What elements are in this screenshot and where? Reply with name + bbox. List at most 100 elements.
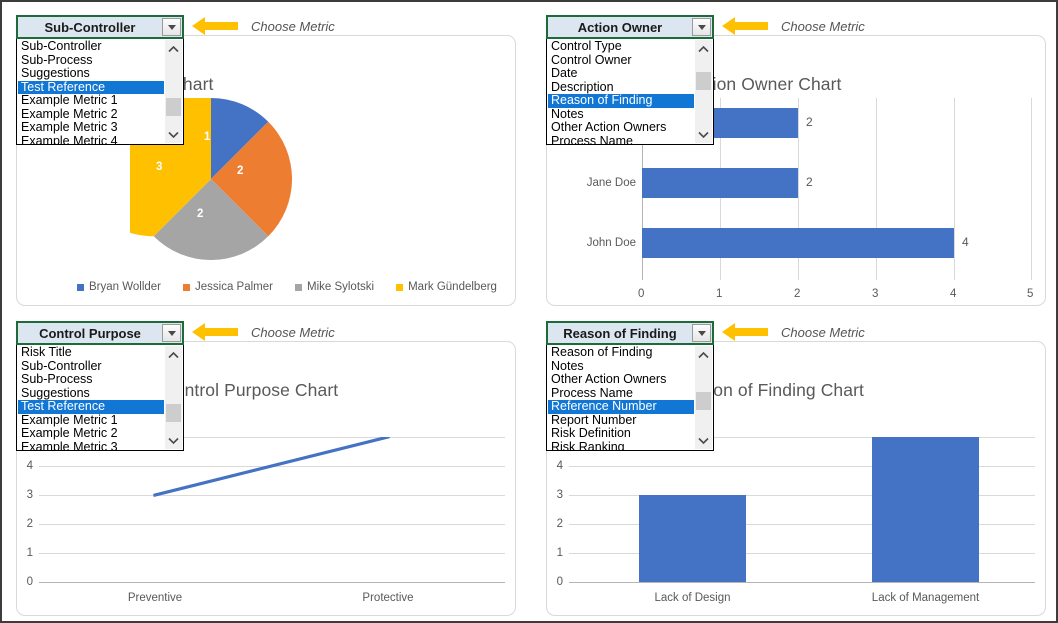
legend-item: Jessica Palmer — [183, 281, 273, 293]
choose-metric-callout-4: Choose Metric — [722, 322, 865, 342]
chevron-up-icon[interactable] — [695, 346, 712, 363]
list-item[interactable]: Report Number — [548, 413, 713, 428]
legend-swatch-icon — [183, 283, 191, 291]
metric-selector-4: Reason of Finding Reason of Finding Note… — [546, 321, 714, 451]
category-label: John Doe — [586, 237, 636, 249]
list-item[interactable]: Suggestions — [18, 66, 183, 81]
list-item[interactable]: Process Name — [548, 134, 713, 144]
gridline — [954, 98, 955, 280]
list-item[interactable]: Risk Definition — [548, 426, 713, 441]
scrollbar-thumb[interactable] — [696, 72, 711, 90]
list-item-selected[interactable]: Reference Number — [548, 399, 703, 414]
list-item[interactable]: Process Name — [548, 386, 713, 401]
list-item[interactable]: Example Metric 3 — [18, 440, 183, 450]
list-item[interactable]: Description — [548, 80, 713, 95]
list-item[interactable]: Example Metric 1 — [18, 93, 183, 108]
x-tick: 1 — [716, 288, 723, 300]
list-item[interactable]: Other Action Owners — [548, 372, 713, 387]
chevron-down-icon[interactable] — [695, 432, 712, 449]
list-item[interactable]: Example Metric 1 — [18, 413, 183, 428]
list-item[interactable]: Reason of Finding — [548, 345, 713, 360]
chevron-up-icon[interactable] — [165, 346, 182, 363]
list-item[interactable]: Sub-Process — [18, 372, 183, 387]
x-tick: 2 — [794, 288, 801, 300]
list-item-selected[interactable]: Reason of Finding — [548, 93, 703, 108]
x-tick: 0 — [638, 288, 645, 300]
list-item[interactable]: Example Metric 3 — [18, 120, 183, 135]
metric-listbox-1[interactable]: Sub-Controller Sub-Process Suggestions T… — [16, 39, 184, 145]
chevron-up-icon[interactable] — [695, 40, 712, 57]
scrollbar-thumb[interactable] — [166, 404, 181, 422]
metric-selector-1: Sub-Controller Sub-Controller Sub-Proces… — [16, 15, 184, 145]
x-tick: 3 — [872, 288, 879, 300]
metric-selector-3: Control Purpose Risk Title Sub-Controlle… — [16, 321, 184, 451]
list-item[interactable]: Sub-Controller — [18, 39, 183, 54]
list-item[interactable]: Risk Ranking — [548, 440, 713, 450]
metric-listbox-3[interactable]: Risk Title Sub-Controller Sub-Process Su… — [16, 345, 184, 451]
scrollbar-thumb[interactable] — [696, 392, 711, 410]
pie-label-2: 2 — [197, 208, 204, 220]
chevron-down-icon[interactable] — [695, 126, 712, 143]
chevron-down-icon[interactable] — [165, 126, 182, 143]
control-purpose-line-plot: 4 3 2 1 0 Preventive Protective — [27, 437, 505, 604]
listbox-scrollbar[interactable] — [164, 346, 182, 449]
chevron-up-icon[interactable] — [165, 40, 182, 57]
legend-item: Mark Gündelberg — [396, 281, 497, 293]
y-tick: 0 — [556, 576, 563, 588]
list-item-selected[interactable]: Test Reference — [18, 80, 173, 94]
list-item[interactable]: Control Type — [548, 39, 713, 54]
scrollbar-thumb[interactable] — [166, 98, 181, 116]
legend-label: Mark Gündelberg — [408, 281, 497, 293]
category-label: Lack of Management — [871, 592, 980, 604]
y-tick: 4 — [556, 460, 563, 472]
panel-reason-of-finding: Reason of Finding Chart 4 3 2 1 0 Lack o… — [536, 312, 1056, 621]
metric-combobox-3[interactable]: Control Purpose — [16, 321, 184, 345]
list-item[interactable]: Control Owner — [548, 53, 713, 68]
chevron-down-icon[interactable] — [162, 324, 181, 342]
category-label: Jane Doe — [586, 177, 636, 189]
legend-item: Bryan Wollder — [77, 281, 161, 293]
metric-listbox-2[interactable]: Control Type Control Owner Date Descript… — [546, 39, 714, 145]
choose-metric-label: Choose Metric — [781, 324, 865, 340]
listbox-scrollbar[interactable] — [694, 40, 712, 143]
chevron-down-icon[interactable] — [692, 18, 711, 36]
list-item[interactable]: Sub-Controller — [18, 359, 183, 374]
metric-combobox-1[interactable]: Sub-Controller — [16, 15, 184, 39]
list-item[interactable]: Sub-Process — [18, 53, 183, 68]
y-tick: 1 — [556, 547, 563, 559]
x-tick: 5 — [1027, 288, 1034, 300]
left-arrow-icon — [722, 17, 768, 35]
list-item[interactable]: Other Action Owners — [548, 120, 713, 135]
list-item[interactable]: Notes — [548, 359, 713, 374]
left-arrow-icon — [192, 323, 238, 341]
list-item[interactable]: Risk Title — [18, 345, 183, 360]
axis-line — [39, 582, 505, 583]
chevron-down-icon[interactable] — [165, 432, 182, 449]
left-arrow-icon — [722, 323, 768, 341]
list-item-selected[interactable]: Test Reference — [18, 399, 173, 414]
chevron-down-icon[interactable] — [692, 324, 711, 342]
list-item[interactable]: Notes — [548, 107, 713, 122]
list-item[interactable]: Example Metric 4 — [18, 134, 183, 144]
y-tick: 0 — [26, 576, 33, 588]
list-item[interactable]: Suggestions — [18, 386, 183, 401]
x-tick: 4 — [950, 288, 957, 300]
bar-value: 2 — [806, 175, 813, 189]
pie-label-3: 3 — [156, 161, 163, 173]
metric-combobox-2[interactable]: Action Owner — [546, 15, 714, 39]
choose-metric-callout-1: Choose Metric — [192, 16, 335, 36]
list-item[interactable]: Date — [548, 66, 713, 81]
legend-label: Mike Sylotski — [306, 281, 375, 293]
category-label: Preventive — [127, 592, 183, 604]
legend-swatch-icon — [294, 283, 302, 291]
list-item[interactable]: Example Metric 2 — [18, 107, 183, 122]
listbox-scrollbar[interactable] — [694, 346, 712, 449]
legend-item: Mike Sylotski — [294, 281, 375, 293]
gridline — [1031, 98, 1032, 280]
metric-listbox-4[interactable]: Reason of Finding Notes Other Action Own… — [546, 345, 714, 451]
list-item[interactable]: Example Metric 2 — [18, 426, 183, 441]
listbox-scrollbar[interactable] — [164, 40, 182, 143]
y-tick: 2 — [26, 518, 33, 530]
chevron-down-icon[interactable] — [162, 18, 181, 36]
metric-combobox-4[interactable]: Reason of Finding — [546, 321, 714, 345]
